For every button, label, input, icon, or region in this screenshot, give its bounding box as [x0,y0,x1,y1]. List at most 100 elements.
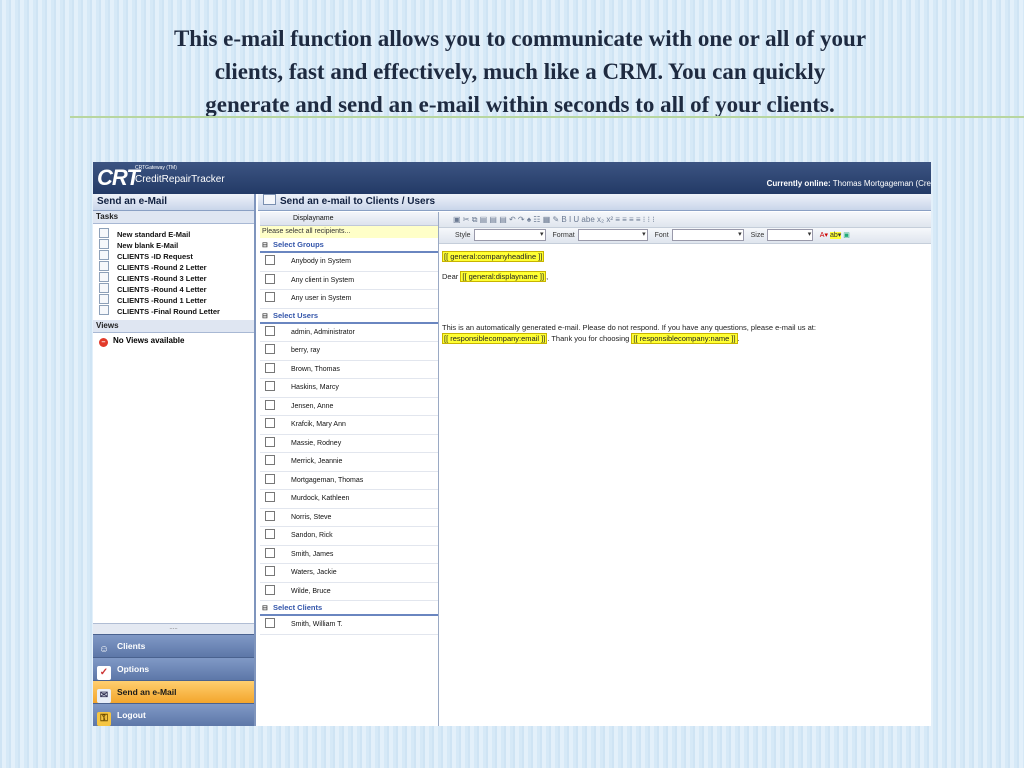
list-item[interactable]: admin, Administrator [260,324,438,342]
list-item[interactable]: Waters, Jackie [260,564,438,583]
nav-send-email[interactable]: ✉ Send an e-Mail [93,680,254,703]
email-body[interactable]: [[ general:companyheadline ]] Dear [[ ge… [439,244,931,347]
recipient-checkbox[interactable] [265,344,275,354]
group-header-clients[interactable]: ⊟ Select Clients [260,601,438,616]
list-item[interactable]: Anybody in System [260,253,438,272]
group-header-groups[interactable]: ⊟ Select Groups [260,238,438,253]
recipient-checkbox[interactable] [265,473,275,484]
caption-line-1: This e-mail function allows you to commu… [173,26,867,51]
slide-caption: This e-mail function allows you to commu… [60,22,980,121]
recipient-list: Displayname Please select all recipients… [260,212,439,726]
app-header: CRT CRTGateway (TM) CreditRepairTracker … [93,162,931,194]
recipient-checkbox[interactable] [265,418,275,428]
online-status: Currently online: Thomas Mortgageman (Cr… [767,179,931,188]
recipient-checkbox[interactable] [265,399,275,410]
no-views-message: – No Views available [93,333,254,348]
placeholder-company-name: [[ responsiblecompany:name ]] [631,333,738,344]
task-round-4-letter[interactable]: CLIENTS -Round 4 Letter [99,283,254,294]
task-round-2-letter[interactable]: CLIENTS -Round 2 Letter [99,261,254,272]
task-round-1-letter[interactable]: CLIENTS -Round 1 Letter [99,294,254,305]
style-select[interactable] [473,228,546,242]
recipient-checkbox[interactable] [265,529,275,539]
placeholder-displayname: [[ general:displayname ]] [460,271,547,282]
nav-panel: ..... ☺ Clients ✓ Options ✉ Send an e-Mail … [93,623,254,726]
text-color-icon[interactable]: A▾ [820,232,828,239]
list-item[interactable]: Sandon, Rick [260,527,438,546]
nav-options[interactable]: ✓ Options [93,657,254,680]
views-header: Views [93,320,254,333]
font-select[interactable] [671,228,744,242]
list-item[interactable]: Murdock, Kathleen [260,490,438,509]
people-icon: ☺ [98,644,110,655]
list-item[interactable]: berry, ray [260,342,438,361]
list-item[interactable]: Massie, Rodney [260,435,438,453]
insert-field-icon[interactable]: ▣ [843,232,850,239]
nav-splitter[interactable]: ..... [93,623,254,634]
format-select[interactable] [577,228,648,242]
select-prompt: Please select all recipients... [260,226,438,238]
collapse-icon: ⊟ [262,605,268,612]
caption-line-2: clients, fast and effectively, much like… [214,59,826,84]
recipient-checkbox[interactable] [265,455,275,465]
list-item[interactable]: Krafcik, Mary Ann [260,416,438,435]
recipient-checkbox[interactable] [265,292,275,302]
recipient-checkbox[interactable] [265,510,275,521]
main-title-bar: Send an e-mail to Clients / Users [258,194,931,211]
placeholder-email: [[ responsiblecompany:email ]] [442,333,548,344]
email-template-icon [99,250,109,260]
group-header-users[interactable]: ⊟ Select Users [260,309,438,324]
task-final-round-letter[interactable]: CLIENTS -Final Round Letter [99,305,254,316]
column-header-displayname[interactable]: Displayname [260,212,438,226]
crt-logo: CRT [97,165,140,190]
key-icon: ⚿ [97,712,111,726]
list-item[interactable]: Any user in System [260,290,438,309]
email-icon: ✉ [97,689,111,703]
task-id-request[interactable]: CLIENTS -ID Request [99,250,254,261]
recipient-checkbox[interactable] [265,566,275,576]
tasks-header: Tasks [93,211,254,224]
recipient-checkbox[interactable] [265,436,275,447]
size-select[interactable] [767,228,814,242]
recipient-checkbox[interactable] [265,362,275,373]
recipient-checkbox[interactable] [265,255,275,265]
recipient-checkbox[interactable] [265,547,275,558]
task-new-standard-email[interactable]: New standard E-Mail [99,228,254,239]
list-item[interactable]: Any client in System [260,272,438,290]
style-label: Style [455,232,471,239]
app-window: CRT CRTGateway (TM) CreditRepairTracker … [93,162,931,726]
list-item[interactable]: Wilde, Bruce [260,583,438,601]
recipient-checkbox[interactable] [265,325,275,336]
list-item[interactable]: Norris, Steve [260,509,438,527]
highlight-color-icon[interactable]: ab▾ [829,232,842,239]
online-label: Currently online: [766,179,831,188]
email-template-icon [99,228,109,238]
collapse-icon: ⊟ [262,242,268,249]
task-round-3-letter[interactable]: CLIENTS -Round 3 Letter [99,272,254,283]
recipient-checkbox[interactable] [265,618,275,628]
list-item[interactable]: Brown, Thomas [260,361,438,379]
panel-title: Send an e-Mail [93,194,254,211]
format-label: Format [552,232,575,239]
recipient-checkbox[interactable] [265,584,275,595]
recipient-checkbox[interactable] [265,273,275,284]
size-label: Size [750,232,765,239]
nav-logout[interactable]: ⚿ Logout [93,703,254,726]
task-new-blank-email[interactable]: New blank E-Mail [99,239,254,250]
placeholder-companyheadline: [[ general:companyheadline ]] [442,251,545,262]
email-editor: ▣ ✂ ⧉ ▤ ▤ ▤ ↶ ↷ ♠ ☷ ▦ ✎ B I U abe x₂ x² … [439,212,931,726]
formatting-toolbar[interactable]: ▣ ✂ ⧉ ▤ ▤ ▤ ↶ ↷ ♠ ☷ ▦ ✎ B I U abe x₂ x² … [439,212,931,228]
recipient-checkbox[interactable] [265,381,275,391]
email-template-icon [99,283,109,293]
list-item[interactable]: Smith, William T. [260,616,438,635]
divider-line [70,116,1024,118]
list-item[interactable]: Jensen, Anne [260,398,438,416]
email-template-icon [99,305,109,315]
list-item[interactable]: Smith, James [260,546,438,564]
no-entry-icon: – [99,338,108,347]
list-item[interactable]: Mortgageman, Thomas [260,472,438,490]
list-item[interactable]: Haskins, Marcy [260,379,438,398]
list-item[interactable]: Merrick, Jeannie [260,453,438,472]
recipient-checkbox[interactable] [265,492,275,502]
greeting-text: Dear [442,272,459,281]
nav-clients[interactable]: ☺ Clients [93,634,254,657]
